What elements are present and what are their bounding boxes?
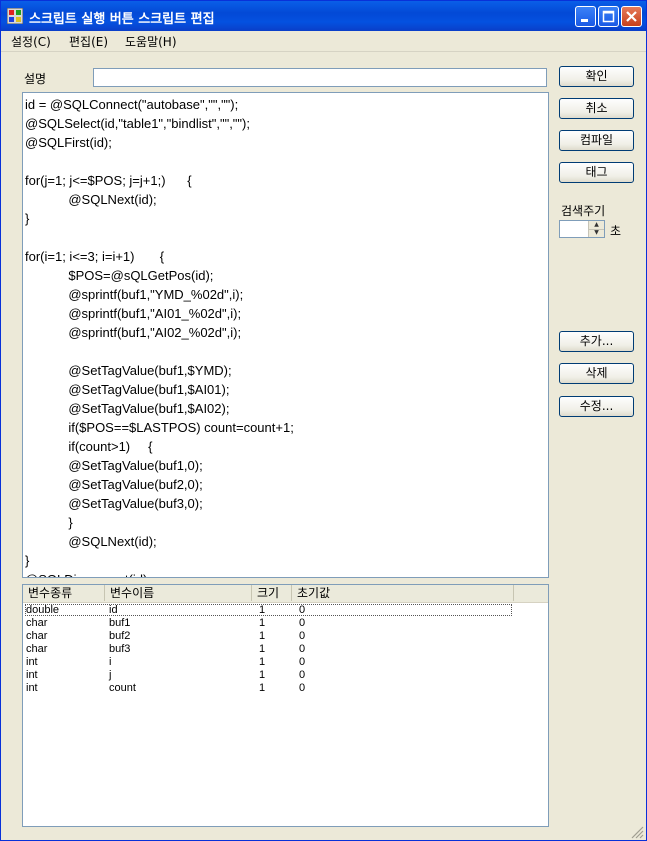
title-bar[interactable]: 스크립트 실행 버튼 스크립트 편집 [1,1,646,31]
code-line: @SetTagValue(buf1,$YMD); [25,363,232,378]
list-header: 변수종류 변수이름 크기 초기값 [23,585,548,603]
table-row[interactable]: char buf2 1 0 [23,630,548,643]
code-line: if($POS==$LASTPOS) count=count+1; [25,420,294,435]
code-line: for(i=1; i<=3; i=i+1) { [25,249,165,264]
code-line: $POS=@sQLGetPos(id); [25,268,214,283]
cell-size: 1 [259,656,266,668]
seconds-unit-label: 초 [610,224,622,238]
code-line: } [25,515,73,530]
cell-name: count [109,682,136,694]
cell-name: j [109,669,112,681]
column-header-type[interactable]: 변수종류 [23,585,105,601]
cell-size: 1 [259,669,266,681]
cell-initial: 0 [299,604,306,616]
spin-down-icon[interactable]: ▼ [589,229,604,237]
cell-size: 1 [259,630,266,642]
cell-type: int [26,656,38,668]
app-icon [7,8,23,24]
delete-button[interactable]: 삭제 [559,363,634,384]
table-row[interactable]: int count 1 0 [23,682,548,695]
cell-size: 1 [259,604,266,616]
code-line: @SQLDisconnect(id); [25,570,151,577]
code-line: @SetTagValue(buf1,0); [25,458,203,473]
ok-button[interactable]: 확인 [559,66,634,87]
table-row[interactable]: int i 1 0 [23,656,548,669]
cell-name: id [109,604,118,616]
cell-initial: 0 [299,617,306,629]
compile-button[interactable]: 컴파일 [559,130,634,151]
cell-size: 1 [259,643,266,655]
code-line: @SetTagValue(buf3,0); [25,496,203,511]
focus-rect [25,604,512,616]
cell-name: buf2 [109,630,131,642]
table-row[interactable]: int j 1 0 [23,669,548,682]
cell-size: 1 [259,682,266,694]
menu-bar: 설정(C) 편집(E) 도움말(H) [1,31,646,51]
script-editor[interactable]: id = @SQLConnect("autobase","",""); @SQLS… [22,92,549,578]
column-header-initial[interactable]: 초기값 [292,585,514,601]
code-line: @sprintf(buf1,"AI02_%02d",i); [25,325,242,340]
cell-type: double [26,604,60,616]
cell-type: int [26,682,38,694]
code-line: @SQLFirst(id); [25,135,112,150]
minimize-button[interactable] [575,6,596,27]
spin-buttons: ▲ ▼ [588,221,604,237]
cell-initial: 0 [299,669,306,681]
cell-initial: 0 [299,656,306,668]
close-icon [626,11,637,22]
cell-name: buf3 [109,643,131,655]
description-label: 설명 [24,72,47,86]
code-line: @SQLNext(id); [25,534,157,549]
code-line: @SQLNext(id); [25,192,157,207]
code-line: if(count>1) { [25,439,153,454]
table-row[interactable]: char buf1 1 0 [23,617,548,630]
maximize-button[interactable] [598,6,619,27]
resize-grip-icon[interactable] [630,825,644,839]
cell-type: char [26,630,48,642]
close-button[interactable] [621,6,642,27]
table-row[interactable]: double id 1 0 [23,604,548,617]
maximize-icon [602,10,615,23]
cell-initial: 0 [299,643,306,655]
menu-help[interactable]: 도움말(H) [125,33,177,50]
code-line: for(j=1; j<=$POS; j=j+1;) { [25,173,192,188]
window-title: 스크립트 실행 버튼 스크립트 편집 [29,12,215,27]
code-line: @sprintf(buf1,"YMD_%02d",i); [25,287,244,302]
cell-type: char [26,643,48,655]
tag-button[interactable]: 태그 [559,162,634,183]
cell-type: char [26,617,48,629]
cell-size: 1 [259,617,266,629]
add-button[interactable]: 추가... [559,331,634,352]
cell-type: int [26,669,38,681]
minimize-icon [581,19,588,22]
code-line: @SetTagValue(buf1,$AI02); [25,401,230,416]
code-line: id = @SQLConnect("autobase","",""); [25,97,239,112]
cell-name: i [109,656,112,668]
table-row[interactable]: char buf3 1 0 [23,643,548,656]
menu-settings[interactable]: 설정(C) [11,33,51,50]
cell-initial: 0 [299,682,306,694]
script-edit-window: 스크립트 실행 버튼 스크립트 편집 설정(C) 편집(E) 도움말(H) 설명… [0,0,647,841]
column-header-name[interactable]: 변수이름 [105,585,252,601]
edit-button[interactable]: 수정... [559,396,634,417]
column-header-size[interactable]: 크기 [252,585,292,601]
cell-initial: 0 [299,630,306,642]
variable-list[interactable]: 변수종류 변수이름 크기 초기값 double id 1 0 char buf1 1 0 cha… [22,584,549,827]
search-period-spinner[interactable]: ▲ ▼ [559,220,605,238]
cancel-button[interactable]: 취소 [559,98,634,119]
code-line: @sprintf(buf1,"AI01_%02d",i); [25,306,242,321]
menu-edit[interactable]: 편집(E) [69,33,108,50]
code-line: } [25,553,30,568]
code-line: @SetTagValue(buf2,0); [25,477,203,492]
description-input[interactable] [93,68,547,87]
code-line: } [25,211,30,226]
menu-separator [1,51,646,52]
code-line: @SetTagValue(buf1,$AI01); [25,382,230,397]
code-line: @SQLSelect(id,"table1","bindlist","","")… [25,116,250,131]
cell-name: buf1 [109,617,131,629]
search-period-label: 검색주기 [561,204,606,218]
